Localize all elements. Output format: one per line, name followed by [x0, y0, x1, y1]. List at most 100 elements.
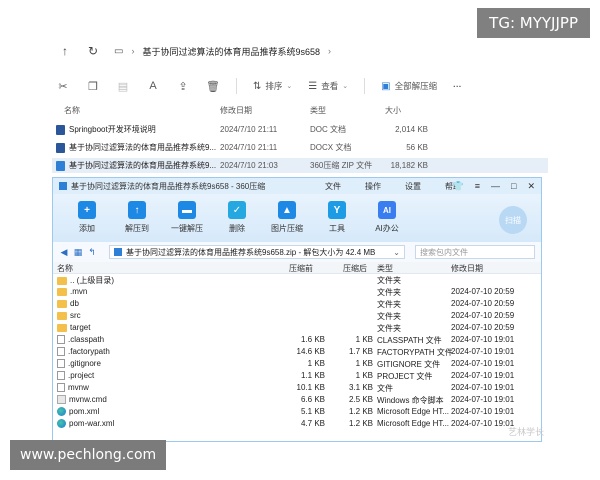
zip-file-row[interactable]: .. (上级目录) 文件夹 — [53, 274, 541, 286]
tool-extract-to-button[interactable]: ↑ 解压到 — [117, 201, 157, 234]
zcol-orig[interactable]: 压缩后 — [343, 263, 367, 274]
image-icon: ▲ — [278, 201, 296, 219]
view-button[interactable]: ☰ 查看 ⌄ — [308, 80, 348, 92]
tool-quick-extract-button[interactable]: ▬ 一键解压 — [167, 201, 207, 234]
monitor-icon: ▭ — [114, 45, 124, 57]
watermark-faint: 艺林学长 — [507, 427, 544, 437]
quick-extract-icon: ▬ — [178, 201, 196, 219]
more-button[interactable]: ··· — [453, 81, 462, 91]
tool-tools-button[interactable]: Y 工具 — [317, 201, 357, 234]
ai-icon: AI — [378, 201, 396, 219]
extract-icon: ▣ — [381, 80, 391, 92]
up-level-icon[interactable]: ↰ — [87, 247, 97, 258]
file-icon — [57, 383, 65, 392]
back-arrow-icon[interactable]: ◀ — [59, 247, 69, 258]
zip-search-input[interactable]: 搜索包内文件 — [415, 245, 535, 259]
up-arrow-icon[interactable]: ↑ — [58, 44, 72, 58]
tool-delete-button[interactable]: ✓ 删除 — [217, 201, 257, 234]
shield-delete-icon: ✓ — [228, 201, 246, 219]
zip-file-row[interactable]: pom-war.xml 4.7 KB 1.2 KB Microsoft Edge HT… — [53, 418, 541, 430]
zip-file-row[interactable]: .classpath 1.6 KB 1 KB CLASSPATH 文件 2024-07-… — [53, 334, 541, 346]
breadcrumb-folder[interactable]: 基于协同过滤算法的体育用品推荐系统9s658 — [142, 45, 320, 58]
maximize-icon[interactable]: □ — [511, 181, 516, 192]
share-icon[interactable]: ⇪ — [176, 79, 190, 93]
zip-title-bar[interactable]: 基于协同过滤算法的体育用品推荐系统9s658 - 360压缩 文件 操作 设置 … — [53, 178, 541, 194]
menu-settings[interactable]: 设置 — [405, 181, 421, 192]
zip-file-icon — [114, 248, 122, 256]
tool-add-button[interactable]: + 添加 — [67, 201, 107, 234]
file-row-selected[interactable]: 基于协同过滤算法的体育用品推荐系统9... 2024/7/10 21:03 36… — [52, 158, 548, 173]
list-view-icon[interactable]: ▦ — [73, 247, 83, 258]
file-icon — [57, 371, 65, 380]
shirt-skin-icon[interactable]: 👕 — [453, 181, 464, 192]
delete-icon[interactable]: 🗑 — [206, 79, 220, 93]
zip-file-row[interactable]: mvnw.cmd 6.6 KB 2.5 KB Windows 命令脚本 2024-07-… — [53, 394, 541, 406]
file-row[interactable]: 基于协同过滤算法的体育用品推荐系统9... 2024/7/10 21:11 DO… — [52, 140, 548, 155]
zip-toolbar: + 添加 ↑ 解压到 ▬ 一键解压 ✓ 删除 ▲ 图片压缩 Y 工具 AI AI办公 扫描 — [53, 194, 541, 242]
file-icon — [57, 359, 65, 368]
zip-window-title: 基于协同过滤算法的体育用品推荐系统9s658 - 360压缩 — [71, 181, 266, 191]
sort-button[interactable]: ⇅ 排序 ⌄ — [253, 80, 292, 92]
col-name[interactable]: 名称 — [64, 105, 80, 116]
extract-all-label: 全部解压缩 — [394, 81, 438, 91]
zip-file-row[interactable]: pom.xml 5.1 KB 1.2 KB Microsoft Edge HT... 2… — [53, 406, 541, 418]
scan-button[interactable]: 扫描 — [499, 206, 527, 234]
file-row[interactable]: Springboot开发环境说明 2024/7/10 21:11 DOC 文档 … — [52, 122, 548, 137]
view-label: 查看 — [321, 81, 339, 91]
minimize-icon[interactable]: — — [491, 181, 500, 192]
menu-file[interactable]: 文件 — [325, 181, 341, 192]
zip-file-row[interactable]: .factorypath 14.6 KB 1.7 KB FACTORYPATH 文件 2… — [53, 346, 541, 358]
cut-icon[interactable]: ✂ — [56, 79, 70, 93]
sort-icon: ⇅ — [253, 80, 262, 92]
zip-column-header: 名称 压缩前 压缩后 类型 修改日期 — [53, 262, 541, 274]
zip-menu: 文件 操作 设置 帮助 — [325, 181, 461, 192]
paste-icon[interactable]: ▤ — [116, 79, 130, 93]
zcol-type[interactable]: 类型 — [377, 263, 393, 274]
zip-file-row[interactable]: db 文件夹 2024-07-10 20:59 — [53, 298, 541, 310]
zip-file-row[interactable]: target 文件夹 2024-07-10 20:59 — [53, 322, 541, 334]
zcol-name[interactable]: 名称 — [57, 263, 73, 274]
explorer-toolbar: ✂ ❐ ▤ A ⇪ 🗑 ⇅ 排序 ⌄ ☰ 查看 ⌄ ▣ 全部解压缩 ··· — [52, 72, 548, 100]
toolbar-divider — [236, 78, 237, 94]
chevron-right-icon: › — [327, 46, 331, 56]
zip-archive-icon — [56, 160, 65, 171]
menu-operate[interactable]: 操作 — [365, 181, 381, 192]
tool-image-compress-button[interactable]: ▲ 图片压缩 — [267, 201, 307, 234]
zip-file-row[interactable]: mvnw 10.1 KB 3.1 KB 文件 2024-07-10 19:01 — [53, 382, 541, 394]
watermark-tg: TG: MYYJJPP — [477, 8, 590, 38]
word-doc-icon — [56, 142, 65, 153]
zip-file-row[interactable]: .mvn 文件夹 2024-07-10 20:59 — [53, 286, 541, 298]
address-bar: ↑ ↻ ▭ › 基于协同过滤算法的体育用品推荐系统9s658 › — [52, 38, 548, 64]
zip-search-placeholder: 搜索包内文件 — [420, 247, 468, 257]
col-type[interactable]: 类型 — [310, 105, 326, 116]
zip-file-row[interactable]: .project 1.1 KB 1 KB PROJECT 文件 2024-07-10 1… — [53, 370, 541, 382]
edge-browser-icon — [57, 407, 66, 416]
chevron-down-icon: ⌄ — [342, 83, 349, 90]
zip-file-row[interactable]: src 文件夹 2024-07-10 20:59 — [53, 310, 541, 322]
rename-icon[interactable]: A — [146, 79, 160, 93]
zip-address-bar: ◀ ▦ ↰ 基于协同过滤算法的体育用品推荐系统9s658.zip - 解包大小为… — [53, 242, 541, 262]
extract-all-button[interactable]: ▣ 全部解压缩 — [381, 80, 437, 92]
zcol-packed[interactable]: 压缩前 — [289, 263, 313, 274]
chevron-down-icon: ⌄ — [286, 83, 293, 90]
col-date[interactable]: 修改日期 — [220, 105, 252, 116]
zip-path-text: 基于协同过滤算法的体育用品推荐系统9s658.zip - 解包大小为 42.4 … — [126, 247, 376, 257]
file-icon — [57, 347, 65, 356]
zcol-date[interactable]: 修改日期 — [451, 263, 483, 274]
tools-icon: Y — [328, 201, 346, 219]
folder-icon — [57, 276, 67, 285]
zip-app-icon — [59, 182, 67, 190]
zip-window: 基于协同过滤算法的体育用品推荐系统9s658 - 360压缩 文件 操作 设置 … — [52, 177, 542, 442]
col-size[interactable]: 大小 — [385, 105, 401, 116]
close-icon[interactable]: ✕ — [527, 181, 535, 192]
folder-icon — [57, 311, 67, 320]
tool-ai-office-button[interactable]: AI AI办公 — [367, 201, 407, 234]
zip-file-row[interactable]: .gitignore 1 KB 1 KB GITIGNORE 文件 2024-07-10… — [53, 358, 541, 370]
folder-icon — [57, 323, 67, 332]
edge-browser-icon — [57, 419, 66, 428]
copy-icon[interactable]: ❐ — [86, 79, 100, 93]
refresh-icon[interactable]: ↻ — [86, 44, 100, 58]
breadcrumb[interactable]: ▭ › 基于协同过滤算法的体育用品推荐系统9s658 › — [114, 45, 331, 58]
zip-path-field[interactable]: 基于协同过滤算法的体育用品推荐系统9s658.zip - 解包大小为 42.4 … — [109, 245, 405, 259]
menu-lines-icon[interactable]: ≡ — [475, 181, 480, 192]
